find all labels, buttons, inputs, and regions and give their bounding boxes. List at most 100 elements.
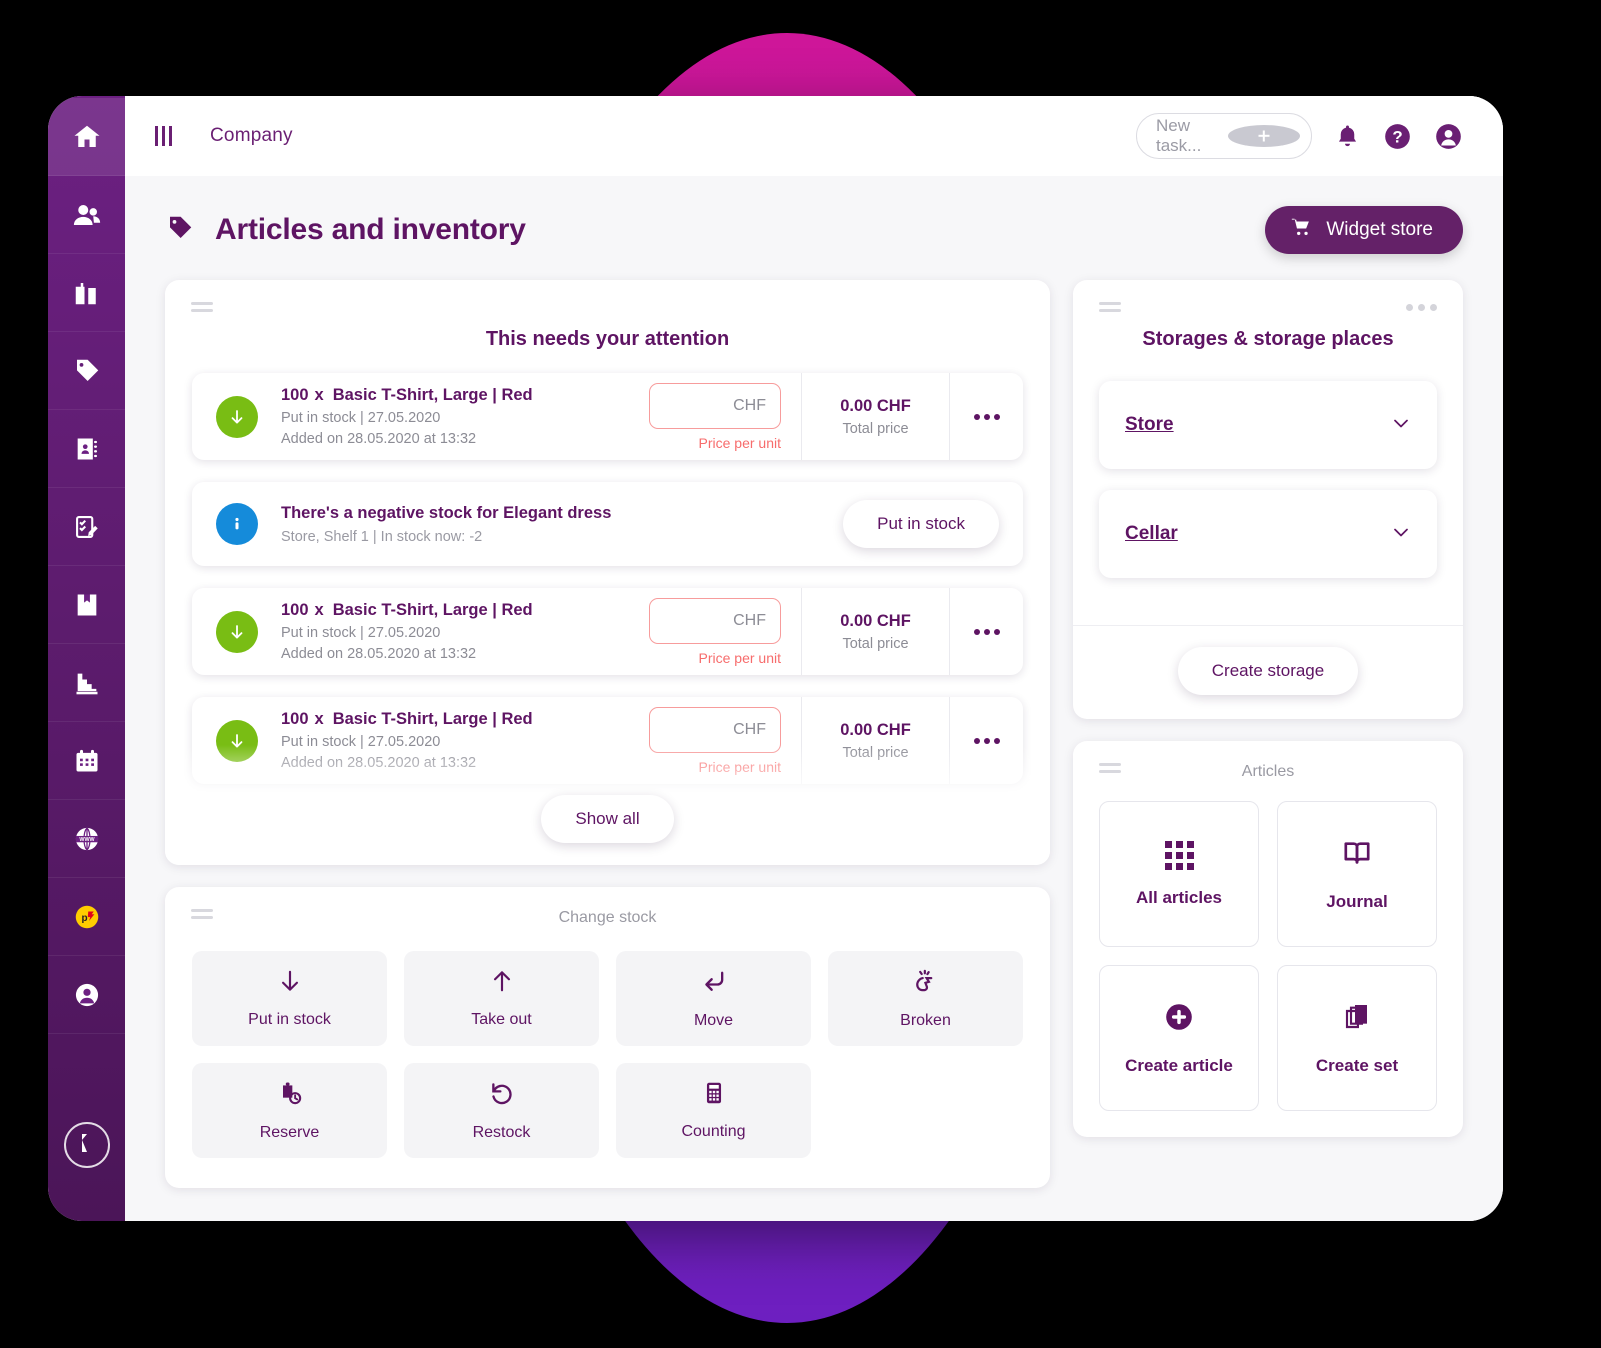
tile-create-article[interactable]: Create article: [1099, 965, 1259, 1111]
checklist-edit-icon: [73, 513, 101, 541]
total-label: Total price: [842, 420, 909, 437]
drag-handle-icon[interactable]: [1099, 763, 1121, 777]
sidebar-item-profile[interactable]: [48, 956, 125, 1034]
storages-widget-footer: Create storage: [1073, 625, 1463, 719]
tile-label: Create article: [1125, 1055, 1233, 1075]
tile-journal[interactable]: Journal: [1277, 801, 1437, 947]
price-field-group: CHF Price per unit: [629, 706, 801, 775]
tile-label: Broken: [900, 1012, 951, 1029]
widget-store-button[interactable]: Widget store: [1265, 206, 1463, 254]
sidebar-item-contacts[interactable]: [48, 176, 125, 254]
articles-tiles: All articles Journal Create article Crea…: [1073, 791, 1463, 1137]
drag-handle-icon[interactable]: [191, 302, 213, 316]
broken-item-icon: [912, 967, 940, 1000]
sidebar-item-website[interactable]: WWW: [48, 800, 125, 878]
sidebar-item-reports[interactable]: [48, 644, 125, 722]
chevron-down-icon[interactable]: [1389, 411, 1413, 440]
plus-circle-icon[interactable]: [1228, 125, 1300, 147]
more-horizontal-icon[interactable]: [949, 697, 1023, 784]
tile-reserve[interactable]: Reserve: [192, 1063, 387, 1158]
list-item[interactable]: Store: [1099, 381, 1437, 469]
main-area: Company New task... ? Articles and inven…: [125, 96, 1503, 1221]
user-avatar-icon[interactable]: [1434, 122, 1463, 151]
price-input[interactable]: CHF: [649, 597, 781, 644]
sidebar-item-addressbook[interactable]: [48, 410, 125, 488]
total-price-group: 0.00 CHF Total price: [801, 588, 949, 675]
tile-move[interactable]: Move: [616, 951, 811, 1046]
sidebar-item-companies[interactable]: [48, 254, 125, 332]
left-column: This needs your attention 100 x Basic T-Sh…: [165, 280, 1050, 1188]
tile-all-articles[interactable]: All articles: [1099, 801, 1259, 947]
page-header: Articles and inventory Widget store: [165, 176, 1463, 280]
tile-counting[interactable]: Counting: [616, 1063, 811, 1158]
storage-name[interactable]: Store: [1125, 414, 1174, 436]
create-storage-button[interactable]: Create storage: [1177, 647, 1359, 695]
drag-handle-icon[interactable]: [1099, 302, 1121, 316]
total-amount: 0.00 CHF: [840, 720, 911, 739]
tile-put-in-stock[interactable]: Put in stock: [192, 951, 387, 1046]
tile-restock[interactable]: Restock: [404, 1063, 599, 1158]
sidebar-item-home[interactable]: [48, 98, 125, 176]
price-currency: CHF: [733, 396, 766, 414]
row-article: Basic T-Shirt, Large | Red: [332, 601, 533, 619]
total-price-group: 0.00 CHF Total price: [801, 697, 949, 784]
more-horizontal-icon[interactable]: [1406, 304, 1437, 311]
show-all-button[interactable]: Show all: [541, 795, 674, 843]
put-in-stock-button[interactable]: Put in stock: [843, 500, 999, 548]
new-task-placeholder: New task...: [1156, 116, 1202, 155]
price-input[interactable]: CHF: [649, 706, 781, 753]
total-label: Total price: [842, 744, 909, 761]
row-subline-1: Put in stock | 27.05.2020: [281, 625, 441, 641]
hamburger-icon[interactable]: [155, 126, 172, 146]
sidebar-item-articles[interactable]: [48, 332, 125, 410]
sidebar-item-calendar[interactable]: [48, 722, 125, 800]
sidebar-item-documents[interactable]: [48, 566, 125, 644]
table-row[interactable]: 100 x Basic T-Shirt, Large | Red Put in st…: [192, 588, 1023, 675]
storage-name[interactable]: Cellar: [1125, 523, 1178, 545]
row-subline-1: Put in stock | 27.05.2020: [281, 410, 441, 426]
tag-icon: [72, 356, 102, 386]
price-input[interactable]: CHF: [649, 382, 781, 429]
list-item[interactable]: Cellar: [1099, 490, 1437, 578]
more-horizontal-icon[interactable]: [949, 373, 1023, 460]
tile-label: Counting: [681, 1123, 746, 1140]
chevron-down-icon[interactable]: [1389, 520, 1413, 549]
row-info: 100 x Basic T-Shirt, Large | Red Put in st…: [281, 373, 629, 460]
more-horizontal-icon[interactable]: [949, 588, 1023, 675]
grid-dots-icon: [1164, 840, 1194, 870]
tile-create-set[interactable]: Create set: [1277, 965, 1437, 1111]
total-amount: 0.00 CHF: [840, 396, 911, 415]
svg-text:p: p: [81, 912, 87, 923]
tile-take-out[interactable]: Take out: [404, 951, 599, 1046]
table-row[interactable]: 100 x Basic T-Shirt, Large | Red Put in st…: [192, 697, 1023, 784]
drag-handle-icon[interactable]: [191, 909, 213, 923]
row-subline-2: Added on 28.05.2020 at 13:32: [281, 755, 477, 771]
sidebar-item-tasks[interactable]: [48, 488, 125, 566]
table-row[interactable]: 100 x Basic T-Shirt, Large | Red Put in st…: [192, 373, 1023, 460]
price-field-group: CHF Price per unit: [629, 597, 801, 666]
arrow-up-icon: [489, 968, 515, 999]
question-circle-icon[interactable]: ?: [1383, 122, 1412, 151]
buildings-icon: [72, 278, 102, 308]
info-icon: [216, 503, 258, 545]
arrow-down-icon: [216, 719, 258, 762]
attention-widget: This needs your attention 100 x Basic T-Sh…: [165, 280, 1050, 865]
articles-widget-title: Articles: [1241, 763, 1295, 780]
storage-list: Store Cellar: [1073, 373, 1463, 625]
table-row[interactable]: There's a negative stock for Elegant dre…: [192, 482, 1023, 566]
price-currency: CHF: [733, 611, 766, 629]
tile-broken[interactable]: Broken: [828, 951, 1023, 1046]
sidebar-item-post[interactable]: p: [48, 878, 125, 956]
row-subline-2: Added on 28.05.2020 at 13:32: [281, 646, 477, 662]
attention-row-list: 100 x Basic T-Shirt, Large | Red Put in st…: [165, 373, 1050, 784]
row-message: There's a negative stock for Elegant dre…: [281, 491, 843, 558]
app-logo[interactable]: [63, 1122, 110, 1168]
new-task-input[interactable]: New task...: [1136, 113, 1312, 159]
home-icon: [72, 122, 102, 152]
company-label: Company: [210, 125, 293, 146]
bell-icon[interactable]: [1334, 123, 1361, 150]
change-stock-tiles: Put in stock Take out Move Broken Reserv…: [165, 937, 1050, 1188]
sidebar: WWW p: [48, 96, 125, 1221]
message-title: There's a negative stock for Elegant dre…: [281, 503, 612, 522]
restock-refresh-icon: [488, 1079, 516, 1112]
